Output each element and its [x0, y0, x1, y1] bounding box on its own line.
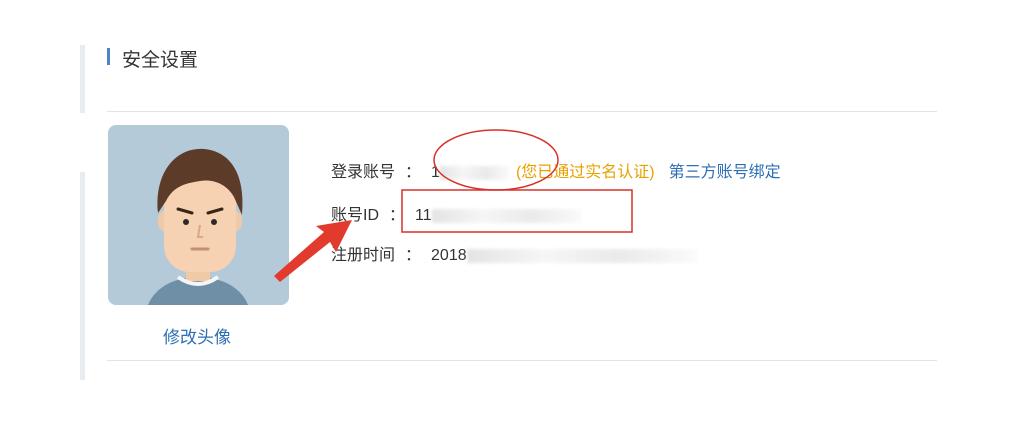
avatar-illustration [148, 148, 248, 305]
avatar[interactable] [108, 125, 289, 305]
left-rule [80, 45, 85, 113]
third-party-binding-link[interactable]: 第三方账号绑定 [669, 164, 781, 181]
colon: ： [405, 164, 422, 181]
register-time-row: 注册时间 ： 2018 [331, 241, 697, 265]
login-account-value: 1 [431, 164, 440, 181]
register-time-value: 2018 [431, 247, 467, 264]
redacted-value [466, 248, 697, 263]
divider [107, 111, 937, 112]
title-accent-bar [107, 48, 110, 65]
account-id-row: 账号ID ： 11 [331, 201, 582, 225]
verified-status: (您已通过实名认证) [515, 164, 655, 181]
register-time-label: 注册时间 [331, 247, 396, 264]
change-avatar-link[interactable]: 修改头像 [163, 323, 231, 348]
page-title: 安全设置 [122, 50, 199, 71]
account-id-label: 账号ID [331, 207, 380, 224]
divider [107, 360, 937, 361]
colon: ： [389, 207, 406, 224]
redacted-value [431, 208, 582, 223]
left-rule [80, 172, 85, 380]
colon: ： [405, 247, 422, 264]
account-id-value: 11 [415, 207, 432, 224]
login-account-label: 登录账号 [331, 164, 396, 181]
redacted-value [439, 165, 510, 180]
login-account-row: 登录账号 ： 1 (您已通过实名认证) 第三方账号绑定 [331, 158, 781, 182]
